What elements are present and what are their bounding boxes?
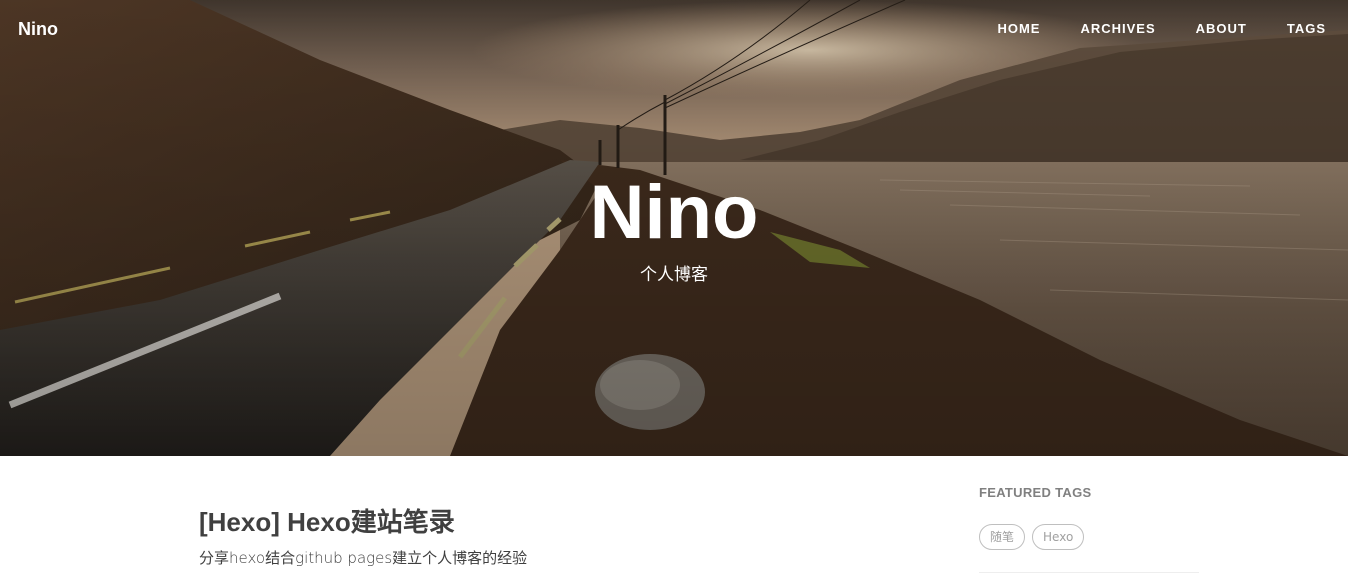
hero-header: Nino HOME ARCHIVES ABOUT TAGS Nino 个人博客 — [0, 0, 1348, 456]
nav-about-link[interactable]: ABOUT — [1196, 21, 1247, 36]
sidebar-divider — [979, 572, 1199, 573]
sidebar: FEATURED TAGS 随笔 Hexo — [979, 483, 1199, 573]
site-heading: Nino — [589, 170, 759, 255]
post-subtitle: 分享hexo结合github pages建立个人博客的经验 — [199, 549, 528, 567]
tag-link[interactable]: 随笔 — [979, 524, 1026, 550]
nav-menu: HOME ARCHIVES ABOUT TAGS — [957, 21, 1326, 36]
post-title-link[interactable]: [Hexo] Hexo建站笔录 — [199, 503, 899, 541]
brand-link[interactable]: Nino — [18, 19, 58, 40]
navbar: Nino HOME ARCHIVES ABOUT TAGS — [0, 0, 1348, 58]
nav-home-link[interactable]: HOME — [997, 21, 1040, 36]
featured-tags-list: 随笔 Hexo — [979, 524, 1199, 550]
nav-tags-link[interactable]: TAGS — [1287, 21, 1326, 36]
tag-link[interactable]: Hexo — [1032, 524, 1085, 550]
featured-tags-heading: FEATURED TAGS — [979, 485, 1092, 500]
nav-archives-link[interactable]: ARCHIVES — [1080, 21, 1155, 36]
site-subheading: 个人博客 — [640, 265, 708, 285]
post-preview: [Hexo] Hexo建站笔录 分享hexo结合github pages建立个人… — [199, 503, 899, 569]
